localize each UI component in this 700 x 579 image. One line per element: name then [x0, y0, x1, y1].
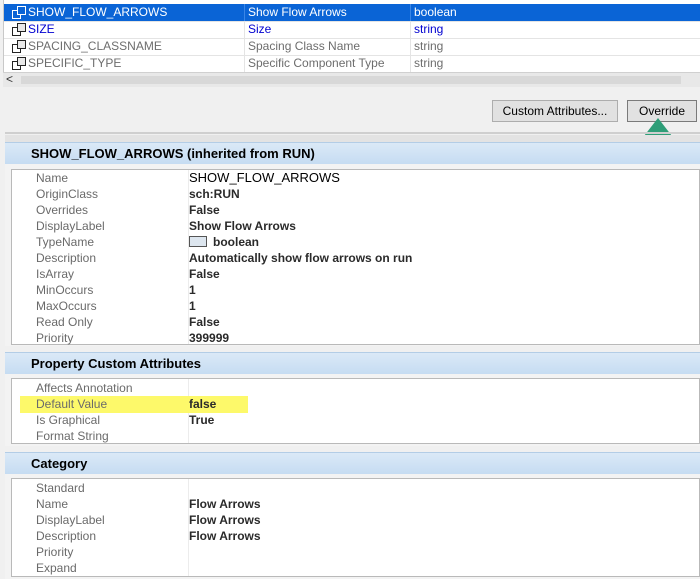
attr-row-is-graphical[interactable]: Is Graphical True — [12, 412, 700, 428]
property-name: SHOW_FLOW_ARROWS — [28, 5, 168, 19]
custom-attributes-grid: Affects Annotation Default Value false I… — [11, 378, 700, 444]
property-display: Show Flow Arrows — [248, 5, 347, 19]
scroll-thumb[interactable] — [21, 76, 681, 84]
category-row-priority: Priority — [36, 545, 74, 559]
details-grid: Name SHOW_FLOW_ARROWS OriginClass sch:RU… — [11, 169, 700, 345]
detail-row-originclass: OriginClass sch:RUN — [36, 187, 240, 201]
category-title: Category — [5, 452, 700, 474]
property-icon — [12, 57, 26, 70]
attr-row-affects-annotation[interactable]: Affects Annotation — [12, 380, 700, 396]
divider — [5, 135, 700, 142]
property-row-show-flow-arrows[interactable]: SHOW_FLOW_ARROWS Show Flow Arrows boolea… — [4, 4, 700, 22]
details-section: SHOW_FLOW_ARROWS (inherited from RUN) Na… — [5, 142, 700, 346]
category-row-standard: Standard — [36, 481, 85, 495]
property-list: SHOW_FLOW_ARROWS Show Flow Arrows boolea… — [3, 0, 700, 72]
detail-row-readonly: Read Only False — [36, 315, 220, 329]
detail-row-maxoccurs: MaxOccurs 1 — [36, 299, 196, 313]
property-name: SPACING_CLASSNAME — [28, 39, 162, 53]
property-type: boolean — [414, 5, 457, 19]
property-name: SPECIFIC_TYPE — [28, 56, 122, 70]
custom-attributes-section: Property Custom Attributes Affects Annot… — [5, 352, 700, 446]
property-row-spacing-classname[interactable]: SPACING_CLASSNAME Spacing Class Name str… — [4, 38, 700, 56]
custom-attributes-title: Property Custom Attributes — [5, 352, 700, 374]
detail-row-name: Name SHOW_FLOW_ARROWS — [36, 170, 340, 185]
detail-row-minoccurs: MinOccurs 1 — [36, 283, 196, 297]
property-row-size[interactable]: SIZE Size string — [4, 21, 700, 39]
property-type: string — [414, 39, 444, 53]
horizontal-scrollbar[interactable]: < — [3, 72, 700, 87]
detail-row-isarray: IsArray False — [36, 267, 220, 281]
property-type: string — [414, 56, 444, 70]
property-display: Size — [248, 22, 272, 36]
attr-row-format-string[interactable]: Format String — [12, 428, 700, 444]
property-icon — [12, 40, 26, 53]
attr-row-default-value[interactable]: Default Value false — [12, 396, 700, 412]
property-display: Specific Component Type — [248, 56, 385, 70]
category-row-description: Description Flow Arrows — [36, 529, 261, 543]
detail-row-displaylabel: DisplayLabel Show Flow Arrows — [36, 219, 296, 233]
boolean-type-icon — [189, 236, 207, 248]
detail-row-description: Description Automatically show flow arro… — [36, 251, 413, 265]
scroll-left-icon[interactable]: < — [6, 72, 13, 86]
property-icon — [12, 23, 26, 36]
divider — [5, 132, 700, 134]
property-icon — [12, 6, 26, 19]
property-name: SIZE — [28, 22, 55, 36]
category-row-displaylabel: DisplayLabel Flow Arrows — [36, 513, 261, 527]
detail-row-overrides: Overrides False — [36, 203, 220, 217]
property-display: Spacing Class Name — [248, 39, 361, 53]
category-row-name: Name Flow Arrows — [36, 497, 261, 511]
category-grid: Standard Name Flow Arrows DisplayLabel F… — [11, 478, 700, 577]
details-title: SHOW_FLOW_ARROWS (inherited from RUN) — [5, 142, 700, 164]
property-type: string — [414, 22, 444, 36]
custom-attributes-button[interactable]: Custom Attributes... — [492, 100, 618, 122]
detail-row-typename: TypeName boolean — [36, 235, 260, 249]
property-row-specific-type[interactable]: SPECIFIC_TYPE Specific Component Type st… — [4, 55, 700, 72]
detail-row-priority: Priority 399999 — [36, 331, 230, 345]
category-row-expand: Expand — [36, 561, 77, 575]
category-section: Category Standard Name Flow Arrows Displ… — [5, 452, 700, 579]
